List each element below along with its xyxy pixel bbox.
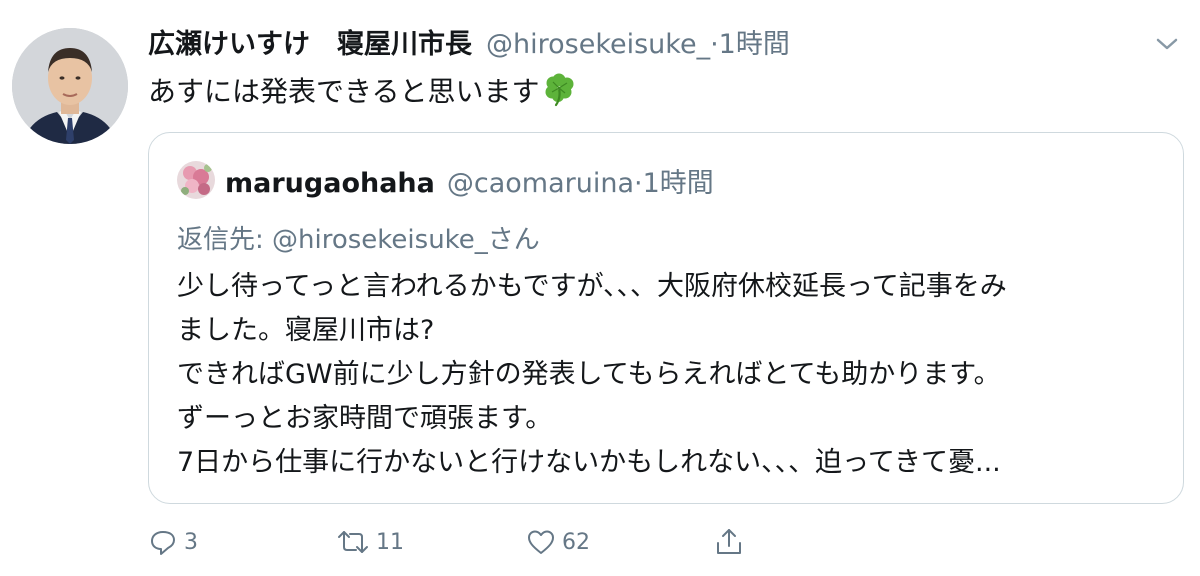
quoted-author-handle[interactable]: @caomaruina	[447, 168, 634, 199]
author-handle[interactable]: @hirosekeisuke_	[486, 29, 710, 60]
reply-icon	[151, 531, 175, 555]
quoted-text-line: ました。寝屋川市は?	[177, 315, 435, 346]
reply-count: 3	[184, 529, 198, 555]
retweet-count: 11	[376, 529, 404, 555]
separator-dot: ·	[710, 29, 719, 60]
quoted-text-line: 7日から仕事に行かないと行けないかもしれない、、、迫ってきて憂...	[177, 447, 1001, 478]
quoted-text-line: ずーっとお家時間で頑張ます。	[177, 403, 553, 434]
tweet-header: 広瀬けいすけ 寝屋川市長 @hirosekeisuke_ · 1時間	[148, 22, 1140, 62]
chevron-down-icon[interactable]	[1152, 34, 1182, 54]
quoted-header: marugaohaha @caomaruina · 1時間	[225, 161, 714, 200]
share-button[interactable]	[714, 522, 750, 562]
author-name[interactable]: 広瀬けいすけ 寝屋川市長	[148, 22, 472, 61]
share-icon	[717, 529, 741, 554]
retweet-icon	[338, 531, 368, 553]
quoted-author-name[interactable]: marugaohaha	[225, 168, 435, 199]
reply-button[interactable]: 3	[148, 522, 198, 562]
quoted-text-line: できればGW前に少し方針の発表してもらえればとても助かります。	[177, 359, 1001, 390]
quoted-author-avatar[interactable]	[177, 161, 215, 199]
quoted-tweet[interactable]: marugaohaha @caomaruina · 1時間 返信先: @hiro…	[148, 132, 1184, 504]
tweet-actions: 3 11 62	[148, 522, 768, 562]
four-leaf-clover-icon	[545, 73, 574, 107]
separator-dot: ·	[634, 168, 643, 199]
quoted-text-line: 少し待ってっと言われるかもですが、、、大阪府休校延長って記事をみ	[177, 271, 1007, 302]
like-count: 62	[562, 529, 590, 555]
tweet-text: あすには発表できると思います	[148, 70, 577, 110]
author-avatar[interactable]	[12, 28, 128, 144]
tweet-timestamp[interactable]: 1時間	[719, 22, 790, 61]
quoted-text: 少し待ってっと言われるかもですが、、、大阪府休校延長って記事をみ ました。寝屋川…	[177, 265, 1157, 485]
retweet-button[interactable]: 11	[336, 522, 404, 562]
quoted-timestamp[interactable]: 1時間	[643, 161, 714, 200]
avatar-portrait	[12, 28, 128, 144]
tweet-body: あすには発表できると思います	[148, 75, 540, 108]
reply-to-label[interactable]: 返信先: @hirosekeisuke_さん	[177, 219, 540, 256]
heart-icon	[528, 530, 554, 554]
like-button[interactable]: 62	[526, 522, 590, 562]
